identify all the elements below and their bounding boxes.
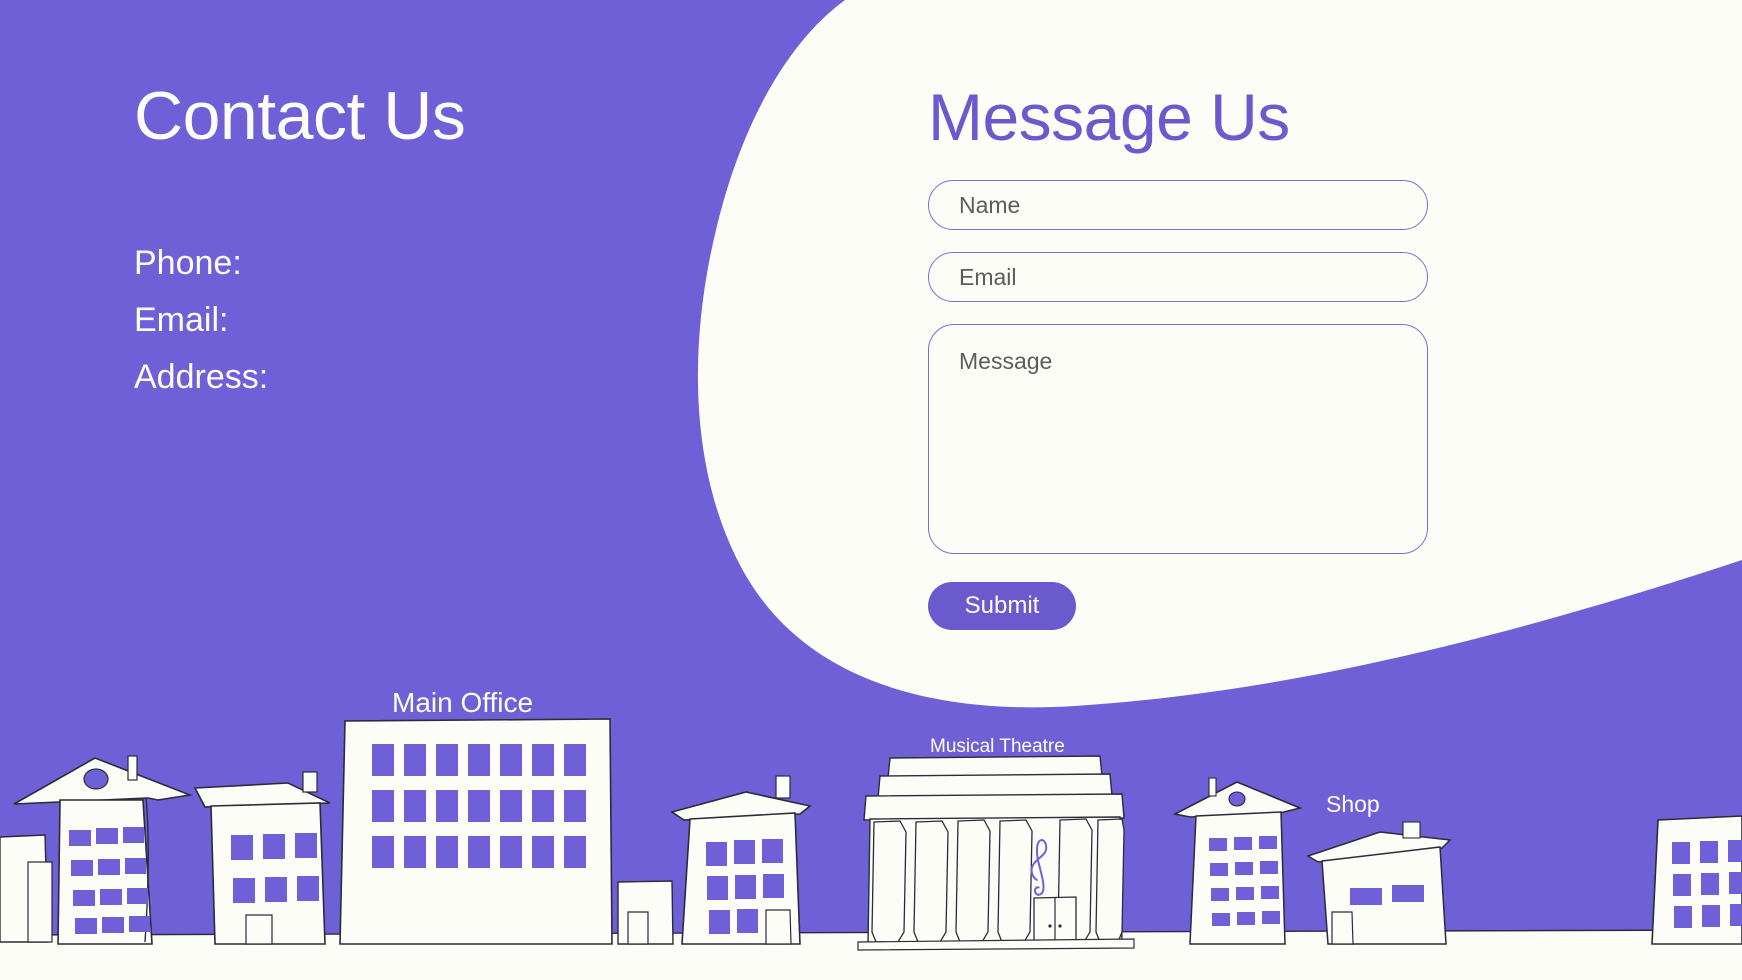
label-main-office: Main Office bbox=[392, 687, 533, 718]
building-tower-far-right bbox=[1651, 815, 1742, 945]
contact-detail-list: Phone: Email: Address: bbox=[134, 246, 654, 394]
contact-title: Contact Us bbox=[134, 78, 466, 154]
message-form: Message Us Submit bbox=[928, 84, 1428, 630]
contact-item-email: Email: bbox=[134, 301, 229, 339]
form-title: Message Us bbox=[928, 80, 1290, 154]
label-shop: Shop bbox=[1326, 791, 1380, 817]
building-musical-theatre: Musical Theatre bbox=[857, 736, 1135, 951]
cityscape-illustration: Main Office Musical Theatre Shop bbox=[0, 687, 1742, 980]
page-root: Contact Us Phone: Email: Address: Messag… bbox=[0, 0, 1742, 980]
building-chimney-house-mid bbox=[670, 775, 812, 945]
contact-section: Contact Us Phone: Email: Address: bbox=[134, 82, 654, 417]
contact-item-phone: Phone: bbox=[134, 244, 242, 282]
email-input[interactable] bbox=[928, 252, 1428, 302]
building-small-left-box bbox=[0, 834, 53, 943]
message-textarea[interactable] bbox=[928, 324, 1428, 554]
building-peaked-tower-right bbox=[1172, 777, 1303, 945]
name-input[interactable] bbox=[928, 180, 1428, 230]
submit-button[interactable]: Submit bbox=[928, 582, 1076, 630]
building-main-office: Main Office bbox=[339, 687, 674, 945]
building-house-second-left bbox=[193, 771, 331, 945]
label-musical-theatre: Musical Theatre bbox=[930, 736, 1065, 757]
building-shop: Shop bbox=[1306, 791, 1452, 945]
contact-item-address: Address: bbox=[134, 358, 269, 396]
